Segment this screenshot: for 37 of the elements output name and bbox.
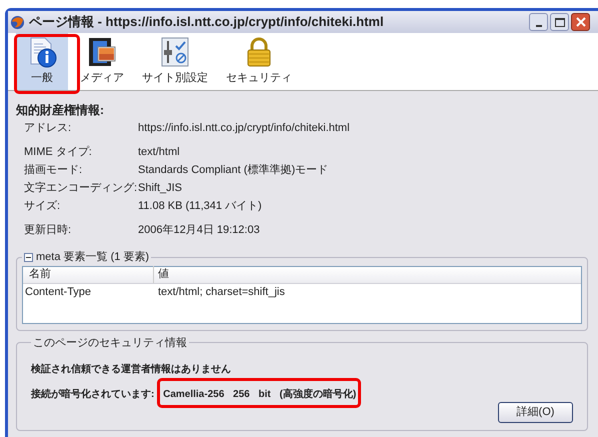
minimize-icon <box>536 25 542 27</box>
field-value: 11.08 KB (11,341 バイト) <box>138 198 262 214</box>
toolbar-tab[interactable]: セキュリティ <box>220 33 298 90</box>
highlight-frame <box>14 34 80 94</box>
collapse-toggle[interactable] <box>24 252 33 262</box>
maximize-icon <box>554 18 564 26</box>
field-value: https://info.isl.ntt.co.jp/crypt/info/chiteki.html <box>138 120 350 136</box>
column-header[interactable]: 値 <box>153 266 169 283</box>
details-button[interactable]: 詳細(O) <box>498 402 573 423</box>
sliders-checkmark-icon <box>159 36 191 68</box>
toolbar-tab[interactable]: 一般 <box>16 33 68 90</box>
table-cell-text: text/html; charset=shift_jis <box>157 285 285 300</box>
field-label: アドレス: <box>24 120 72 136</box>
field-value: 2006年12月4日 19:12:03 <box>138 222 260 238</box>
field-value: Shift_JIS <box>138 180 182 196</box>
toolbar-tab[interactable]: メディア <box>74 33 130 90</box>
field-value: Standards Compliant (標準準拠)モード <box>138 162 328 178</box>
security-status-text: 接続が暗号化されています: Camellia-256 256 bit (高強度の暗号化) <box>31 388 356 400</box>
close-icon <box>576 17 586 27</box>
field-label: MIME タイプ: <box>24 144 93 160</box>
field-label: サイズ: <box>24 198 62 214</box>
section-title: 知的財産権情報: <box>16 102 105 119</box>
group-title: このページのセキュリティ情報 <box>33 336 187 348</box>
column-header[interactable]: 名前 <box>23 266 153 283</box>
security-status-text: 検証され信頼できる運営者情報はありません <box>31 364 231 375</box>
field-label: 更新日時: <box>24 222 72 238</box>
field-label: 文字エンコーディング: <box>24 180 138 196</box>
toolbar-tab[interactable]: サイト別設定 <box>136 33 214 90</box>
field-label: 描画モード: <box>24 162 84 178</box>
field-value: text/html <box>138 144 180 160</box>
maximize-button[interactable] <box>550 13 569 31</box>
minimize-button[interactable] <box>529 13 548 31</box>
table-cell-text: Content-Type <box>24 285 92 300</box>
film-icon <box>86 36 118 68</box>
close-button[interactable] <box>571 13 590 31</box>
window-title: ページ情報 - https://info.isl.ntt.co.jp/crypt/info/chiteki.html <box>29 13 384 32</box>
group-title: meta 要素一覧 (1 要素) <box>36 250 150 265</box>
